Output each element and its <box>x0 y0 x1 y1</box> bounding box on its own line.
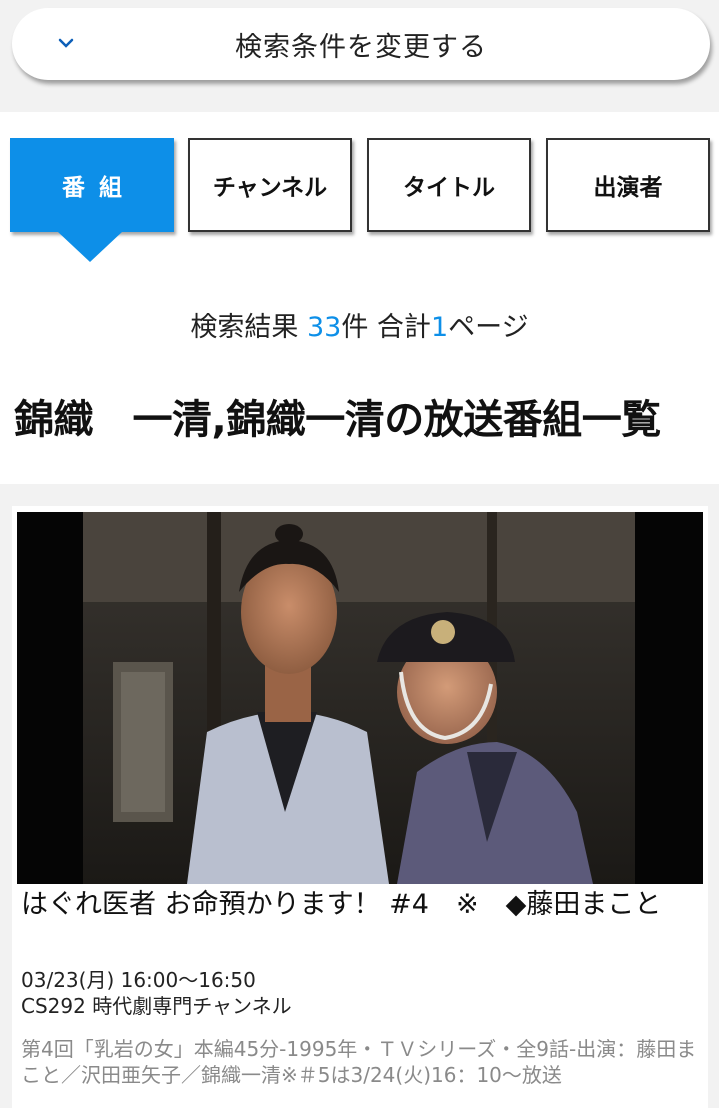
search-bar-section: 検索条件を変更する <box>0 0 719 112</box>
program-thumbnail[interactable] <box>17 512 703 884</box>
program-description: 第4回「乳岩の女」本編45分-1995年・ＴＶシリーズ・全9話-出演：藤田まこと… <box>21 1037 697 1087</box>
tab-channel[interactable]: チャンネル <box>188 138 352 232</box>
change-search-conditions-button[interactable]: 検索条件を変更する <box>12 8 710 80</box>
result-count-suffix: 件 合計 <box>341 312 431 343</box>
result-count: 検索結果 33件 合計1ページ <box>0 305 719 344</box>
tab-program[interactable]: 番組 <box>10 138 174 232</box>
program-still-image <box>17 512 703 884</box>
result-count-prefix: 検索結果 <box>190 312 307 343</box>
chevron-down-icon <box>58 38 74 48</box>
program-title-link[interactable]: はぐれ医者 お命預かります！ #4 ※ ◆藤田まこと <box>21 886 691 924</box>
search-type-tabs: 番組 チャンネル タイトル 出演者 <box>0 138 719 268</box>
result-count-number: 33 <box>306 312 342 343</box>
program-air-time: 03/23(月) 16:00〜16:50 <box>21 968 256 992</box>
program-card: はぐれ医者 お命預かります！ #4 ※ ◆藤田まこと 03/23(月) 16:0… <box>12 506 708 1108</box>
tab-performer[interactable]: 出演者 <box>546 138 710 232</box>
change-search-label: 検索条件を変更する <box>235 31 487 63</box>
tab-title[interactable]: タイトル <box>367 138 531 232</box>
page-count-suffix: ページ <box>448 312 529 343</box>
page-title: 錦織 一清,錦織一清の放送番組一覧 <box>14 397 661 443</box>
program-channel: CS292 時代劇専門チャンネル <box>21 994 292 1018</box>
page-count-number: 1 <box>430 312 449 343</box>
active-tab-pointer <box>58 232 122 262</box>
results-header: 番組 チャンネル タイトル 出演者 検索結果 33件 合計1ページ 錦織 一清,… <box>0 112 719 484</box>
